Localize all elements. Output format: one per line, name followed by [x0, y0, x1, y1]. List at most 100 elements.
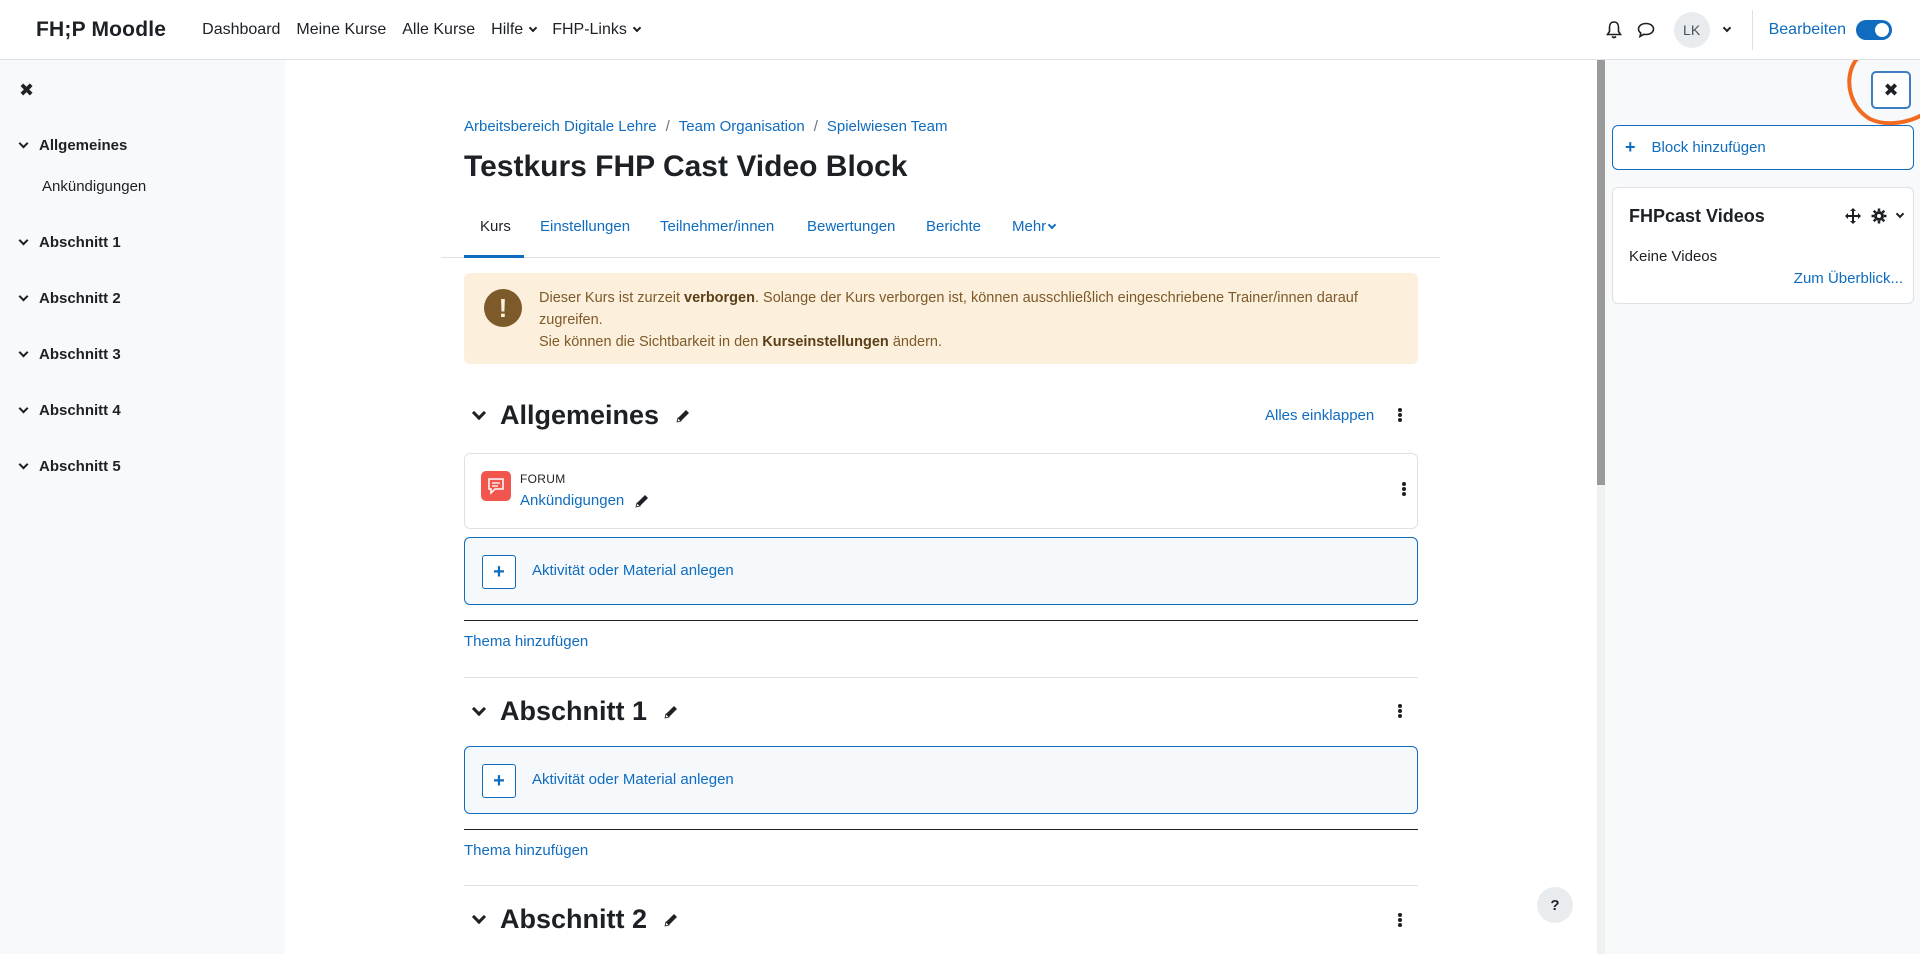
chevron-down-icon[interactable]: [18, 459, 29, 470]
breadcrumb-item[interactable]: Team Organisation: [679, 118, 805, 135]
tab-reports[interactable]: Berichte: [926, 218, 981, 235]
section-title: Allgemeines: [500, 400, 660, 430]
nav-dashboard-label: Dashboard: [202, 20, 281, 38]
block-controls: [1845, 208, 1905, 224]
close-course-index-icon[interactable]: ✖: [19, 80, 34, 101]
scrollbar-thumb[interactable]: [1597, 60, 1605, 485]
chevron-down-icon[interactable]: [471, 701, 487, 716]
section-menu-kebab-icon[interactable]: [1394, 701, 1406, 721]
course-index-section-label: Abschnitt 1: [39, 234, 121, 251]
chevron-down-icon[interactable]: [18, 347, 29, 358]
chevron-down-icon[interactable]: [471, 405, 487, 420]
page-title: Testkurs FHP Cast Video Block: [464, 150, 908, 183]
alert-text-part: Sie können die Sichtbarkeit in den: [539, 334, 763, 350]
top-navbar: FH;P Moodle Dashboard Meine Kurse Alle K…: [0, 0, 1920, 60]
section-menu-kebab-icon[interactable]: [1394, 910, 1406, 930]
nav-fhp-links-label: FHP-Links: [552, 20, 627, 38]
activity-menu-kebab-icon[interactable]: [1398, 479, 1410, 499]
breadcrumb-separator: /: [665, 118, 670, 135]
chevron-down-icon[interactable]: [18, 403, 29, 414]
divider: [464, 677, 1418, 678]
tab-settings[interactable]: Einstellungen: [540, 218, 630, 235]
tab-participants[interactable]: Teilnehmer/innen: [660, 218, 774, 235]
pencil-edit-icon[interactable]: [663, 912, 679, 928]
divider: [464, 829, 1418, 830]
add-block-label: Block hinzufügen: [1651, 139, 1766, 156]
forum-icon: [481, 471, 511, 501]
pencil-edit-icon[interactable]: [663, 704, 679, 720]
site-logo[interactable]: FH;P Moodle: [36, 18, 166, 42]
section-header-2: Abschnitt 2: [471, 904, 679, 935]
user-avatar[interactable]: LK: [1673, 11, 1710, 48]
main-scrollbar[interactable]: [1597, 60, 1605, 954]
nav-dashboard[interactable]: Dashboard: [202, 21, 280, 39]
activity-link[interactable]: Ankündigungen: [520, 492, 650, 509]
add-activity-button[interactable]: + Aktivität oder Material anlegen: [464, 537, 1418, 605]
divider: [1751, 9, 1753, 50]
chevron-down-icon[interactable]: [1722, 23, 1731, 32]
block-title: FHPcast Videos: [1629, 206, 1765, 226]
add-activity-label: Aktivität oder Material anlegen: [532, 771, 734, 788]
active-tab-indicator: [464, 255, 524, 258]
chevron-down-icon[interactable]: [18, 138, 29, 149]
nav-help-menu[interactable]: Hilfe: [491, 20, 538, 39]
move-arrows-icon[interactable]: [1845, 208, 1861, 224]
add-activity-button[interactable]: + Aktivität oder Material anlegen: [464, 746, 1418, 814]
course-settings-link[interactable]: Kurseinstellungen: [762, 334, 889, 350]
gear-icon[interactable]: [1871, 208, 1887, 224]
tab-more[interactable]: Mehr: [1012, 218, 1057, 235]
course-index-section-1[interactable]: Abschnitt 1: [18, 234, 121, 251]
chevron-down-icon: [1047, 220, 1057, 229]
pencil-edit-icon[interactable]: [634, 493, 650, 509]
chevron-down-icon[interactable]: [1895, 209, 1905, 219]
tab-course[interactable]: Kurs: [480, 218, 511, 235]
section-header-1: Abschnitt 1: [471, 696, 679, 727]
activity-name: Ankündigungen: [520, 492, 625, 509]
section-title: Abschnitt 1: [500, 696, 648, 726]
primary-navigation: Dashboard Meine Kurse Alle Kurse Hilfe F…: [202, 20, 642, 39]
notifications-bell-icon[interactable]: [1598, 14, 1630, 46]
chevron-down-icon[interactable]: [471, 909, 487, 924]
add-topic-link[interactable]: Thema hinzufügen: [464, 842, 588, 859]
course-index-section-2[interactable]: Abschnitt 2: [18, 290, 121, 307]
section-menu-kebab-icon[interactable]: [1394, 405, 1406, 425]
nav-fhp-links-menu[interactable]: FHP-Links: [552, 20, 642, 39]
breadcrumb-item[interactable]: Spielwiesen Team: [827, 118, 948, 135]
edit-mode-toggle[interactable]: [1856, 19, 1892, 40]
hidden-course-alert: ! Dieser Kurs ist zurzeit verborgen. Sol…: [464, 273, 1418, 364]
nav-help-label: Hilfe: [491, 20, 524, 38]
chevron-down-icon: [528, 23, 538, 32]
help-button[interactable]: ?: [1537, 887, 1573, 923]
course-index-section-5[interactable]: Abschnitt 5: [18, 458, 121, 475]
breadcrumb-item[interactable]: Arbeitsbereich Digitale Lehre: [464, 118, 657, 135]
add-topic-link[interactable]: Thema hinzufügen: [464, 633, 588, 650]
add-block-button[interactable]: + Block hinzufügen: [1612, 125, 1914, 170]
chevron-down-icon[interactable]: [18, 291, 29, 302]
course-index-item-announcements[interactable]: Ankündigungen: [42, 178, 146, 195]
tab-grades[interactable]: Bewertungen: [807, 218, 895, 235]
nav-all-courses[interactable]: Alle Kurse: [402, 21, 475, 39]
alert-bold-hidden: verborgen: [684, 290, 755, 306]
course-index-section-general[interactable]: Allgemeines: [18, 137, 128, 154]
block-empty-message: Keine Videos: [1629, 248, 1718, 265]
tab-more-label: Mehr: [1012, 218, 1047, 235]
pencil-edit-icon[interactable]: [675, 408, 691, 424]
collapse-all-link[interactable]: Alles einklappen: [1265, 407, 1374, 424]
chevron-down-icon: [632, 23, 642, 32]
section-header-general: Allgemeines: [471, 400, 691, 431]
messages-chat-icon[interactable]: [1630, 14, 1662, 46]
course-index-section-label: Allgemeines: [39, 137, 128, 154]
activity-forum-announcements: FORUM Ankündigungen: [464, 453, 1418, 529]
course-index-section-label: Abschnitt 2: [39, 290, 121, 307]
course-secondary-navigation: Kurs Einstellungen Teilnehmer/innen Bewe…: [441, 212, 1440, 258]
course-index-section-4[interactable]: Abschnitt 4: [18, 402, 121, 419]
chevron-down-icon[interactable]: [18, 235, 29, 246]
fhpcast-videos-block: FHPcast Videos Keine Videos Zum Überblic…: [1612, 187, 1914, 304]
block-overview-link[interactable]: Zum Überblick...: [1794, 270, 1903, 287]
nav-my-courses-label: Meine Kurse: [296, 20, 387, 38]
nav-my-courses[interactable]: Meine Kurse: [296, 21, 386, 39]
alert-text-part: Dieser Kurs ist zurzeit: [539, 290, 685, 306]
course-index-section-3[interactable]: Abschnitt 3: [18, 346, 121, 363]
course-index-section-label: Abschnitt 5: [39, 458, 121, 475]
section-title: Abschnitt 2: [500, 904, 648, 934]
